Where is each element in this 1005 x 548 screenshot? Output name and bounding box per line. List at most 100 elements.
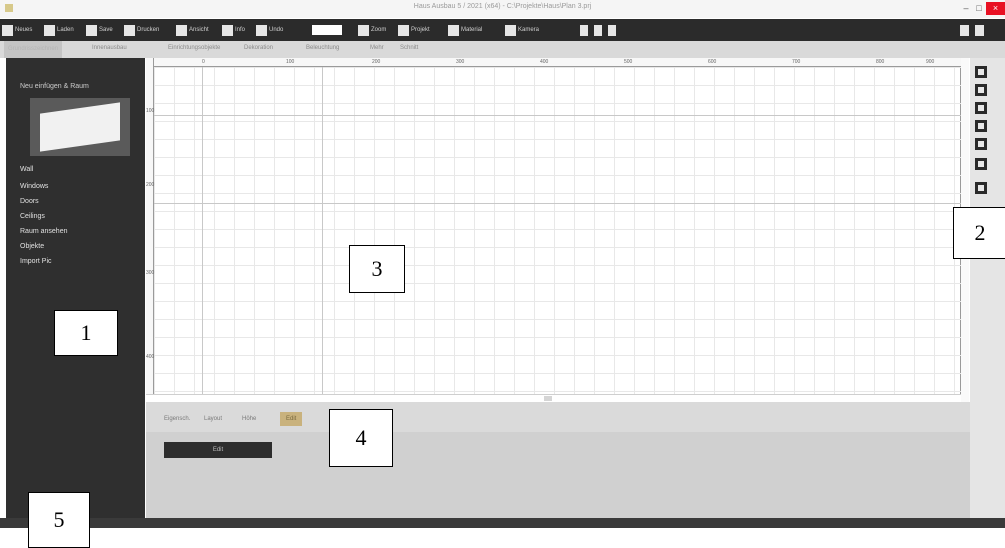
tab-innenausbau[interactable]: Innenausbau <box>92 45 127 51</box>
save-icon <box>86 24 97 36</box>
tab-mehr[interactable]: Mehr <box>370 45 384 51</box>
toolbar-print-button[interactable]: Drucken <box>124 23 159 37</box>
material-icon <box>448 24 459 36</box>
toolbar-open-button[interactable]: Laden <box>44 23 74 37</box>
sidebar-item-objekte[interactable]: Objekte <box>20 243 44 250</box>
horizontal-scrollbar[interactable] <box>146 394 961 402</box>
ruler-tick-label: 900 <box>926 59 935 65</box>
sidebar-item-wall[interactable]: Wall <box>20 166 33 173</box>
wall-icon[interactable] <box>975 84 987 96</box>
zoom-icon <box>358 24 369 36</box>
toolbar-save-button[interactable]: Save <box>86 23 113 37</box>
ruler-tick-label: 600 <box>708 59 717 65</box>
toolbar-label: Drucken <box>137 27 160 33</box>
ribbon-tabs: Grundrisszeichnen Innenausbau Einrichtun… <box>0 41 1005 58</box>
ruler-tick-label: 300 <box>146 270 155 276</box>
toolbar-new-button[interactable]: Neues <box>2 23 32 37</box>
print-icon <box>124 24 135 36</box>
undo-icon <box>256 24 267 36</box>
main-toolbar: Neues Laden Save Drucken Ansicht Info Un… <box>0 19 1005 41</box>
toolbar-label: Info <box>235 27 246 33</box>
toolbar-label: Laden <box>57 27 74 33</box>
callout-1: 1 <box>54 310 118 356</box>
toolbar-material-button[interactable]: Material <box>448 23 482 37</box>
toolbar-extra-tools[interactable] <box>580 23 616 37</box>
toolbar-label: Ansicht <box>189 27 209 33</box>
line-icon[interactable] <box>975 158 987 170</box>
ruler-tick-label: 100 <box>146 108 155 114</box>
ruler-tick-label: 0 <box>202 59 205 65</box>
wrench-icon[interactable] <box>580 24 588 36</box>
right-toolbar <box>970 58 1005 518</box>
toolbar-info-button[interactable]: Info <box>222 23 245 37</box>
new-file-icon <box>2 24 13 36</box>
callout-2: 2 <box>953 207 1005 259</box>
pointer-icon[interactable] <box>975 182 987 194</box>
tab-edit[interactable]: Edit <box>280 412 303 426</box>
toolbar-label: Undo <box>269 27 284 33</box>
scrollbar-thumb[interactable] <box>544 396 552 401</box>
toolbar-undo-button[interactable]: Undo <box>256 23 283 37</box>
close-button[interactable]: × <box>986 2 1005 15</box>
toolbar-zoom-button[interactable]: Zoom <box>358 23 386 37</box>
ruler-left: 100 200 300 400 <box>146 58 154 402</box>
camera-icon <box>505 24 516 36</box>
ruler-tick-label: 700 <box>792 59 801 65</box>
wrench-icon[interactable] <box>608 24 616 36</box>
title-bar: Haus Ausbau 5 / 2021 (x64) - C:\Projekte… <box>0 0 1005 18</box>
page-footer <box>0 528 1005 546</box>
ruler-tick-label: 100 <box>286 59 295 65</box>
ruler-tick-label: 800 <box>876 59 885 65</box>
tab-schnitt[interactable]: Schnitt <box>400 45 418 51</box>
measure-icon[interactable] <box>975 138 987 150</box>
tab-grundriss[interactable]: Grundrisszeichnen <box>4 41 63 58</box>
toolbar-label: Projekt <box>411 27 430 33</box>
open-folder-icon <box>44 24 55 36</box>
settings-icon[interactable] <box>960 24 969 36</box>
drawing-canvas[interactable] <box>154 67 961 394</box>
tab-einrichtung[interactable]: Einrichtungsobjekte <box>168 45 220 51</box>
project-icon <box>398 24 409 36</box>
sidebar-item-raum[interactable]: Raum ansehen <box>20 228 67 235</box>
tab-dekoration[interactable]: Dekoration <box>244 45 273 51</box>
minimize-button[interactable]: – <box>960 2 972 15</box>
window-icon[interactable] <box>975 120 987 132</box>
room-preview[interactable] <box>30 98 130 156</box>
sidebar-item-import[interactable]: Import Pic <box>20 258 52 265</box>
tab-beleuchtung[interactable]: Beleuchtung <box>306 45 339 51</box>
sidebar-item-ceilings[interactable]: Ceilings <box>20 213 45 220</box>
toolbar-project-button[interactable]: Projekt <box>398 23 430 37</box>
view-icon <box>176 24 187 36</box>
toolbar-label: Save <box>99 27 113 33</box>
toolbar-label: Zoom <box>371 27 387 33</box>
tab-layout[interactable]: Layout <box>204 416 222 422</box>
toolbar-camera-button[interactable]: Kamera <box>505 23 539 37</box>
toolbar-label: Material <box>461 27 483 33</box>
tab-hoehe[interactable]: Höhe <box>242 416 256 422</box>
ruler-tick-label: 400 <box>146 354 155 360</box>
grid-axis-horizontal <box>154 203 961 204</box>
callout-5: 5 <box>28 492 90 548</box>
ruler-tick-label: 200 <box>146 182 155 188</box>
edit-button[interactable]: Edit <box>164 442 272 458</box>
grid-axis-vertical <box>322 67 323 394</box>
maximize-button[interactable]: □ <box>973 2 985 15</box>
zoom-field[interactable] <box>312 23 342 37</box>
ruler-tick-label: 400 <box>540 59 549 65</box>
sidebar-item-doors[interactable]: Doors <box>20 198 39 205</box>
info-icon <box>222 24 233 36</box>
toolbar-right-tools[interactable] <box>960 23 984 37</box>
toolbar-label: Kamera <box>518 27 540 33</box>
toolbar-view-button[interactable]: Ansicht <box>176 23 209 37</box>
door-icon[interactable] <box>975 102 987 114</box>
wrench-icon[interactable] <box>594 24 602 36</box>
zoom-input[interactable] <box>312 25 342 35</box>
toolbar-label: Neues <box>15 27 33 33</box>
help-icon[interactable] <box>975 24 984 36</box>
select-icon[interactable] <box>975 66 987 78</box>
sidebar-item-windows[interactable]: Windows <box>20 183 48 190</box>
house-3d-icon <box>40 102 120 152</box>
ruler-tick-label: 300 <box>456 59 465 65</box>
properties-panel: Eigensch. Layout Höhe Edit Edit <box>146 402 970 518</box>
tab-eigenschaften[interactable]: Eigensch. <box>164 416 190 422</box>
